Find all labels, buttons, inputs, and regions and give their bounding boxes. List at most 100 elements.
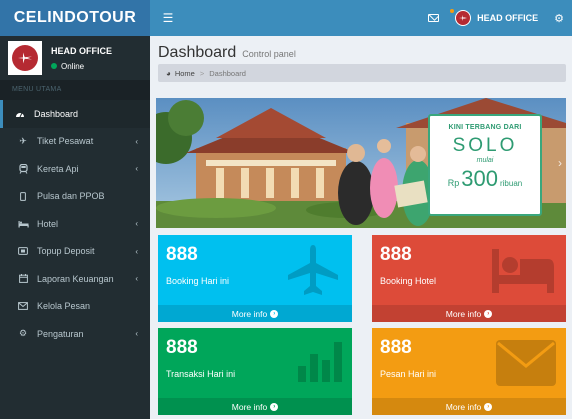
sidebar-toggle-icon[interactable]: ☰: [156, 11, 180, 25]
promo-card: KINI TERBANG DARI SOLO mulai Rp 300 ribu…: [428, 114, 542, 216]
calendar-icon: [17, 274, 29, 284]
bed-icon: [17, 220, 29, 228]
user-status: Online: [51, 62, 112, 71]
user-panel: HEAD OFFICE Online: [0, 36, 150, 80]
sidebar-item-topup-deposit[interactable]: Topup Deposit ‹: [0, 238, 150, 266]
stat-value: 888: [380, 244, 412, 265]
page-subtitle: Control panel: [242, 49, 296, 59]
arrow-circle-right-icon: ›: [270, 309, 279, 318]
sidebar-item-label: Dashboard: [34, 108, 79, 119]
more-info-label: More info: [445, 308, 482, 319]
sidebar-item-kereta-api[interactable]: Kereta Api ‹: [0, 155, 150, 183]
page-header: Dashboard Control panel: [158, 44, 296, 62]
promo-headline: KINI TERBANG DARI: [448, 124, 522, 131]
user-title: HEAD OFFICE: [51, 45, 113, 56]
breadcrumb: ◕ Home > Dashboard: [158, 64, 566, 82]
stat-value: 888: [380, 337, 412, 358]
sidebar-item-label: Hotel: [37, 218, 59, 229]
bed-icon: [492, 249, 554, 293]
user-logo-icon: [455, 10, 472, 26]
envelope-icon: [17, 302, 29, 311]
chevron-left-icon: ‹: [135, 274, 138, 284]
sidebar-item-laporan-keuangan[interactable]: Laporan Keuangan ‹: [0, 265, 150, 293]
sidebar-item-label: Laporan Keuangan: [37, 273, 114, 284]
more-info-label: More info: [231, 308, 268, 319]
app-logo[interactable]: CELINDOTOUR: [0, 0, 150, 36]
more-info-link[interactable]: More info ›: [158, 305, 352, 322]
stat-box-transaksi-hari-ini: 888 Transaksi Hari ini More info ›: [158, 328, 352, 415]
top-navbar: ☰ HEAD OFFICE ⚙: [150, 0, 572, 36]
sidebar-item-label: Kelola Pesan: [37, 301, 91, 312]
stat-box-booking-hotel: 888 Booking Hotel More info ›: [372, 235, 566, 322]
chevron-left-icon: ‹: [135, 329, 138, 339]
sidebar-item-tiket-pesawat[interactable]: ✈ Tiket Pesawat ‹: [0, 128, 150, 156]
user-info: HEAD OFFICE Online: [51, 46, 112, 71]
plane-icon: [288, 245, 338, 295]
breadcrumb-separator: >: [199, 68, 205, 78]
sidebar: HEAD OFFICE Online MENU UTAMA Dashboard …: [0, 36, 150, 419]
sidebar-item-label: Tiket Pesawat: [37, 136, 94, 147]
main-content: Dashboard Control panel ◕ Home > Dashboa…: [150, 36, 572, 419]
promo-city: SOLO: [452, 135, 518, 156]
user-menu[interactable]: HEAD OFFICE: [447, 0, 546, 36]
stat-box-pesan-hari-ini: 888 Pesan Hari ini More info ›: [372, 328, 566, 415]
more-info-label: More info: [231, 401, 268, 412]
gears-icon: ⚙: [18, 328, 28, 339]
more-info-label: More info: [445, 401, 482, 412]
notification-dot: [450, 9, 454, 13]
breadcrumb-home-link[interactable]: Home: [175, 69, 195, 78]
online-status-icon: [51, 63, 57, 69]
bar-chart-icon: [298, 342, 342, 382]
promo-banner[interactable]: KINI TERBANG DARI SOLO mulai Rp 300 ribu…: [156, 98, 566, 228]
page-title: Dashboard: [158, 44, 237, 61]
arrow-circle-right-icon: ›: [484, 402, 493, 411]
avatar: [8, 41, 42, 75]
dashboard-icon: ◕: [166, 68, 171, 78]
stat-label: Booking Hotel: [380, 276, 437, 286]
chevron-left-icon: ‹: [135, 136, 138, 146]
train-icon: [17, 163, 29, 174]
gears-icon: ⚙: [554, 12, 564, 25]
dashboard-icon: [14, 110, 26, 118]
stat-label: Transaksi Hari ini: [166, 369, 236, 379]
sidebar-item-pengaturan[interactable]: ⚙ Pengaturan ‹: [0, 320, 150, 348]
breadcrumb-current: Dashboard: [209, 68, 246, 78]
promo-mulai: mulai: [476, 157, 494, 164]
brand-logo-icon: [12, 45, 38, 71]
navbar-right: HEAD OFFICE ⚙: [420, 0, 572, 36]
stat-label: Pesan Hari ini: [380, 369, 437, 379]
arrow-circle-right-icon: ›: [270, 402, 279, 411]
stat-label: Booking Hari ini: [166, 276, 230, 286]
promo-currency: Rp: [447, 178, 460, 188]
promo-unit: ribuan: [499, 179, 523, 188]
messages-button[interactable]: [420, 0, 447, 36]
stat-value: 888: [166, 337, 198, 358]
envelope-icon: [428, 14, 440, 22]
more-info-link[interactable]: More info ›: [158, 398, 352, 415]
more-info-link[interactable]: More info ›: [372, 305, 566, 322]
promo-price-value: 300: [461, 166, 498, 191]
menu-header: MENU UTAMA: [0, 80, 150, 100]
chevron-left-icon: ‹: [135, 164, 138, 174]
sidebar-item-label: Topup Deposit: [37, 246, 95, 257]
sidebar-item-label: Pulsa dan PPOB: [37, 191, 105, 202]
sidebar-item-dashboard[interactable]: Dashboard: [0, 100, 150, 128]
plane-icon: ✈: [19, 135, 27, 146]
sidebar-item-label: Kereta Api: [37, 163, 79, 174]
arrow-circle-right-icon: ›: [484, 309, 493, 318]
status-text: Online: [61, 61, 85, 71]
sidebar-item-kelola-pesan[interactable]: Kelola Pesan: [0, 293, 150, 321]
chevron-left-icon: ‹: [135, 246, 138, 256]
sidebar-item-pulsa-ppob[interactable]: Pulsa dan PPOB: [0, 183, 150, 211]
wallet-icon: [17, 247, 29, 256]
sidebar-item-label: Pengaturan: [37, 328, 84, 339]
more-info-link[interactable]: More info ›: [372, 398, 566, 415]
envelope-icon: [496, 340, 556, 386]
chevron-right-icon[interactable]: ›: [558, 156, 562, 170]
stat-value: 888: [166, 244, 198, 265]
promo-price: Rp 300 ribuan: [448, 166, 522, 192]
settings-button[interactable]: ⚙: [546, 0, 572, 36]
mobile-icon: [17, 191, 29, 201]
sidebar-item-hotel[interactable]: Hotel ‹: [0, 210, 150, 238]
chevron-left-icon: ‹: [135, 219, 138, 229]
